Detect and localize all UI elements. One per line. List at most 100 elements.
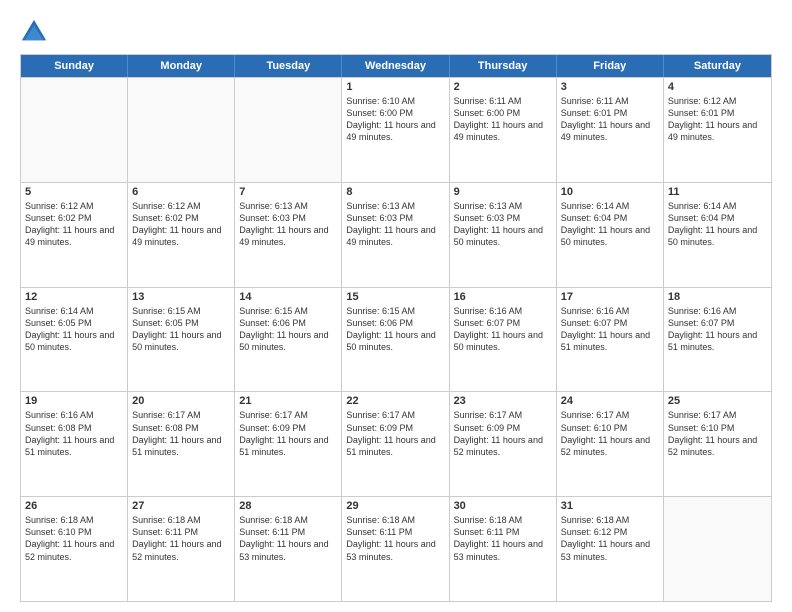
day-number: 4 [668,81,767,93]
cell-info: Sunrise: 6:18 AM Sunset: 6:11 PM Dayligh… [132,514,230,563]
day-number: 16 [454,291,552,303]
cal-cell-3: 3 Sunrise: 6:11 AM Sunset: 6:01 PM Daylig… [557,78,664,182]
cell-info: Sunrise: 6:12 AM Sunset: 6:02 PM Dayligh… [25,200,123,249]
cell-info: Sunrise: 6:14 AM Sunset: 6:04 PM Dayligh… [668,200,767,249]
cal-cell-22: 22 Sunrise: 6:17 AM Sunset: 6:09 PM Dayli… [342,392,449,496]
day-number: 12 [25,291,123,303]
day-number: 28 [239,500,337,512]
day-number: 25 [668,395,767,407]
day-number: 19 [25,395,123,407]
header-day-wednesday: Wednesday [342,55,449,77]
cal-cell-24: 24Sunrise: 6:17 AM Sunset: 6:10 PM Dayli… [557,392,664,496]
cell-info: Sunrise: 6:18 AM Sunset: 6:11 PM Dayligh… [454,514,552,563]
day-number: 10 [561,186,659,198]
cell-info: Sunrise: 6:13 AM Sunset: 6:03 PM Dayligh… [346,200,444,249]
cal-cell-29: 29 Sunrise: 6:18 AM Sunset: 6:11 PM Dayli… [342,497,449,601]
day-number: 27 [132,500,230,512]
cal-cell-14: 14 Sunrise: 6:15 AM Sunset: 6:06 PM Dayli… [235,288,342,392]
header [20,18,772,46]
cell-info: Sunrise: 6:17 AM Sunset: 6:08 PM Dayligh… [132,409,230,458]
calendar-header-row: SundayMondayTuesdayWednesdayThursdayFrid… [21,55,771,77]
cal-cell-27: 27 Sunrise: 6:18 AM Sunset: 6:11 PM Dayli… [128,497,235,601]
header-day-thursday: Thursday [450,55,557,77]
cell-info: Sunrise: 6:17 AM Sunset: 6:09 PM Dayligh… [239,409,337,458]
cell-info: Sunrise: 6:16 AM Sunset: 6:07 PM Dayligh… [454,305,552,354]
cell-info: Sunrise: 6:11 AM Sunset: 6:01 PM Dayligh… [561,95,659,144]
cal-cell-4: 4 Sunrise: 6:12 AM Sunset: 6:01 PM Daylig… [664,78,771,182]
cell-info: Sunrise: 6:17 AM Sunset: 6:09 PM Dayligh… [346,409,444,458]
cal-cell-16: 16 Sunrise: 6:16 AM Sunset: 6:07 PM Dayli… [450,288,557,392]
cell-info: Sunrise: 6:17 AM Sunset: 6:10 PM Dayligh… [561,409,659,458]
cal-cell-7: 7Sunrise: 6:13 AM Sunset: 6:03 PM Daylig… [235,183,342,287]
day-number: 1 [346,81,444,93]
day-number: 23 [454,395,552,407]
day-number: 30 [454,500,552,512]
cal-cell-25: 25 Sunrise: 6:17 AM Sunset: 6:10 PM Dayli… [664,392,771,496]
day-number: 6 [132,186,230,198]
cal-cell-5: 5Sunrise: 6:12 AM Sunset: 6:02 PM Daylig… [21,183,128,287]
cal-cell-empty [235,78,342,182]
cell-info: Sunrise: 6:14 AM Sunset: 6:05 PM Dayligh… [25,305,123,354]
logo [20,18,52,46]
header-day-monday: Monday [128,55,235,77]
day-number: 26 [25,500,123,512]
week-row-1: 1 Sunrise: 6:10 AM Sunset: 6:00 PM Daylig… [21,77,771,182]
week-row-4: 19 Sunrise: 6:16 AM Sunset: 6:08 PM Dayli… [21,391,771,496]
header-day-saturday: Saturday [664,55,771,77]
cal-cell-19: 19 Sunrise: 6:16 AM Sunset: 6:08 PM Dayli… [21,392,128,496]
cell-info: Sunrise: 6:15 AM Sunset: 6:06 PM Dayligh… [346,305,444,354]
cell-info: Sunrise: 6:10 AM Sunset: 6:00 PM Dayligh… [346,95,444,144]
cell-info: Sunrise: 6:16 AM Sunset: 6:08 PM Dayligh… [25,409,123,458]
cell-info: Sunrise: 6:12 AM Sunset: 6:01 PM Dayligh… [668,95,767,144]
cal-cell-6: 6 Sunrise: 6:12 AM Sunset: 6:02 PM Daylig… [128,183,235,287]
day-number: 8 [346,186,444,198]
cell-info: Sunrise: 6:18 AM Sunset: 6:11 PM Dayligh… [346,514,444,563]
cal-cell-18: 18 Sunrise: 6:16 AM Sunset: 6:07 PM Dayli… [664,288,771,392]
cell-info: Sunrise: 6:18 AM Sunset: 6:10 PM Dayligh… [25,514,123,563]
cal-cell-9: 9 Sunrise: 6:13 AM Sunset: 6:03 PM Daylig… [450,183,557,287]
day-number: 3 [561,81,659,93]
cal-cell-13: 13Sunrise: 6:15 AM Sunset: 6:05 PM Dayli… [128,288,235,392]
cell-info: Sunrise: 6:18 AM Sunset: 6:12 PM Dayligh… [561,514,659,563]
cal-cell-empty [664,497,771,601]
cell-info: Sunrise: 6:17 AM Sunset: 6:10 PM Dayligh… [668,409,767,458]
day-number: 29 [346,500,444,512]
cal-cell-21: 21 Sunrise: 6:17 AM Sunset: 6:09 PM Dayli… [235,392,342,496]
cell-info: Sunrise: 6:15 AM Sunset: 6:06 PM Dayligh… [239,305,337,354]
cell-info: Sunrise: 6:14 AM Sunset: 6:04 PM Dayligh… [561,200,659,249]
cal-cell-2: 2 Sunrise: 6:11 AM Sunset: 6:00 PM Daylig… [450,78,557,182]
cal-cell-15: 15 Sunrise: 6:15 AM Sunset: 6:06 PM Dayli… [342,288,449,392]
cell-info: Sunrise: 6:16 AM Sunset: 6:07 PM Dayligh… [668,305,767,354]
logo-icon [20,18,48,46]
day-number: 11 [668,186,767,198]
day-number: 2 [454,81,552,93]
day-number: 18 [668,291,767,303]
day-number: 13 [132,291,230,303]
day-number: 17 [561,291,659,303]
cal-cell-17: 17 Sunrise: 6:16 AM Sunset: 6:07 PM Dayli… [557,288,664,392]
cal-cell-8: 8 Sunrise: 6:13 AM Sunset: 6:03 PM Daylig… [342,183,449,287]
day-number: 20 [132,395,230,407]
day-number: 14 [239,291,337,303]
header-day-sunday: Sunday [21,55,128,77]
cell-info: Sunrise: 6:16 AM Sunset: 6:07 PM Dayligh… [561,305,659,354]
cal-cell-31: 31 Sunrise: 6:18 AM Sunset: 6:12 PM Dayli… [557,497,664,601]
cal-cell-28: 28Sunrise: 6:18 AM Sunset: 6:11 PM Dayli… [235,497,342,601]
header-day-friday: Friday [557,55,664,77]
day-number: 21 [239,395,337,407]
day-number: 31 [561,500,659,512]
cal-cell-1: 1 Sunrise: 6:10 AM Sunset: 6:00 PM Daylig… [342,78,449,182]
cell-info: Sunrise: 6:12 AM Sunset: 6:02 PM Dayligh… [132,200,230,249]
day-number: 22 [346,395,444,407]
cal-cell-12: 12 Sunrise: 6:14 AM Sunset: 6:05 PM Dayli… [21,288,128,392]
cell-info: Sunrise: 6:13 AM Sunset: 6:03 PM Dayligh… [454,200,552,249]
week-row-3: 12 Sunrise: 6:14 AM Sunset: 6:05 PM Dayli… [21,287,771,392]
cell-info: Sunrise: 6:11 AM Sunset: 6:00 PM Dayligh… [454,95,552,144]
week-row-5: 26 Sunrise: 6:18 AM Sunset: 6:10 PM Dayli… [21,496,771,601]
day-number: 15 [346,291,444,303]
day-number: 9 [454,186,552,198]
cal-cell-30: 30 Sunrise: 6:18 AM Sunset: 6:11 PM Dayli… [450,497,557,601]
cell-info: Sunrise: 6:13 AM Sunset: 6:03 PM Dayligh… [239,200,337,249]
cal-cell-empty [128,78,235,182]
cal-cell-empty [21,78,128,182]
